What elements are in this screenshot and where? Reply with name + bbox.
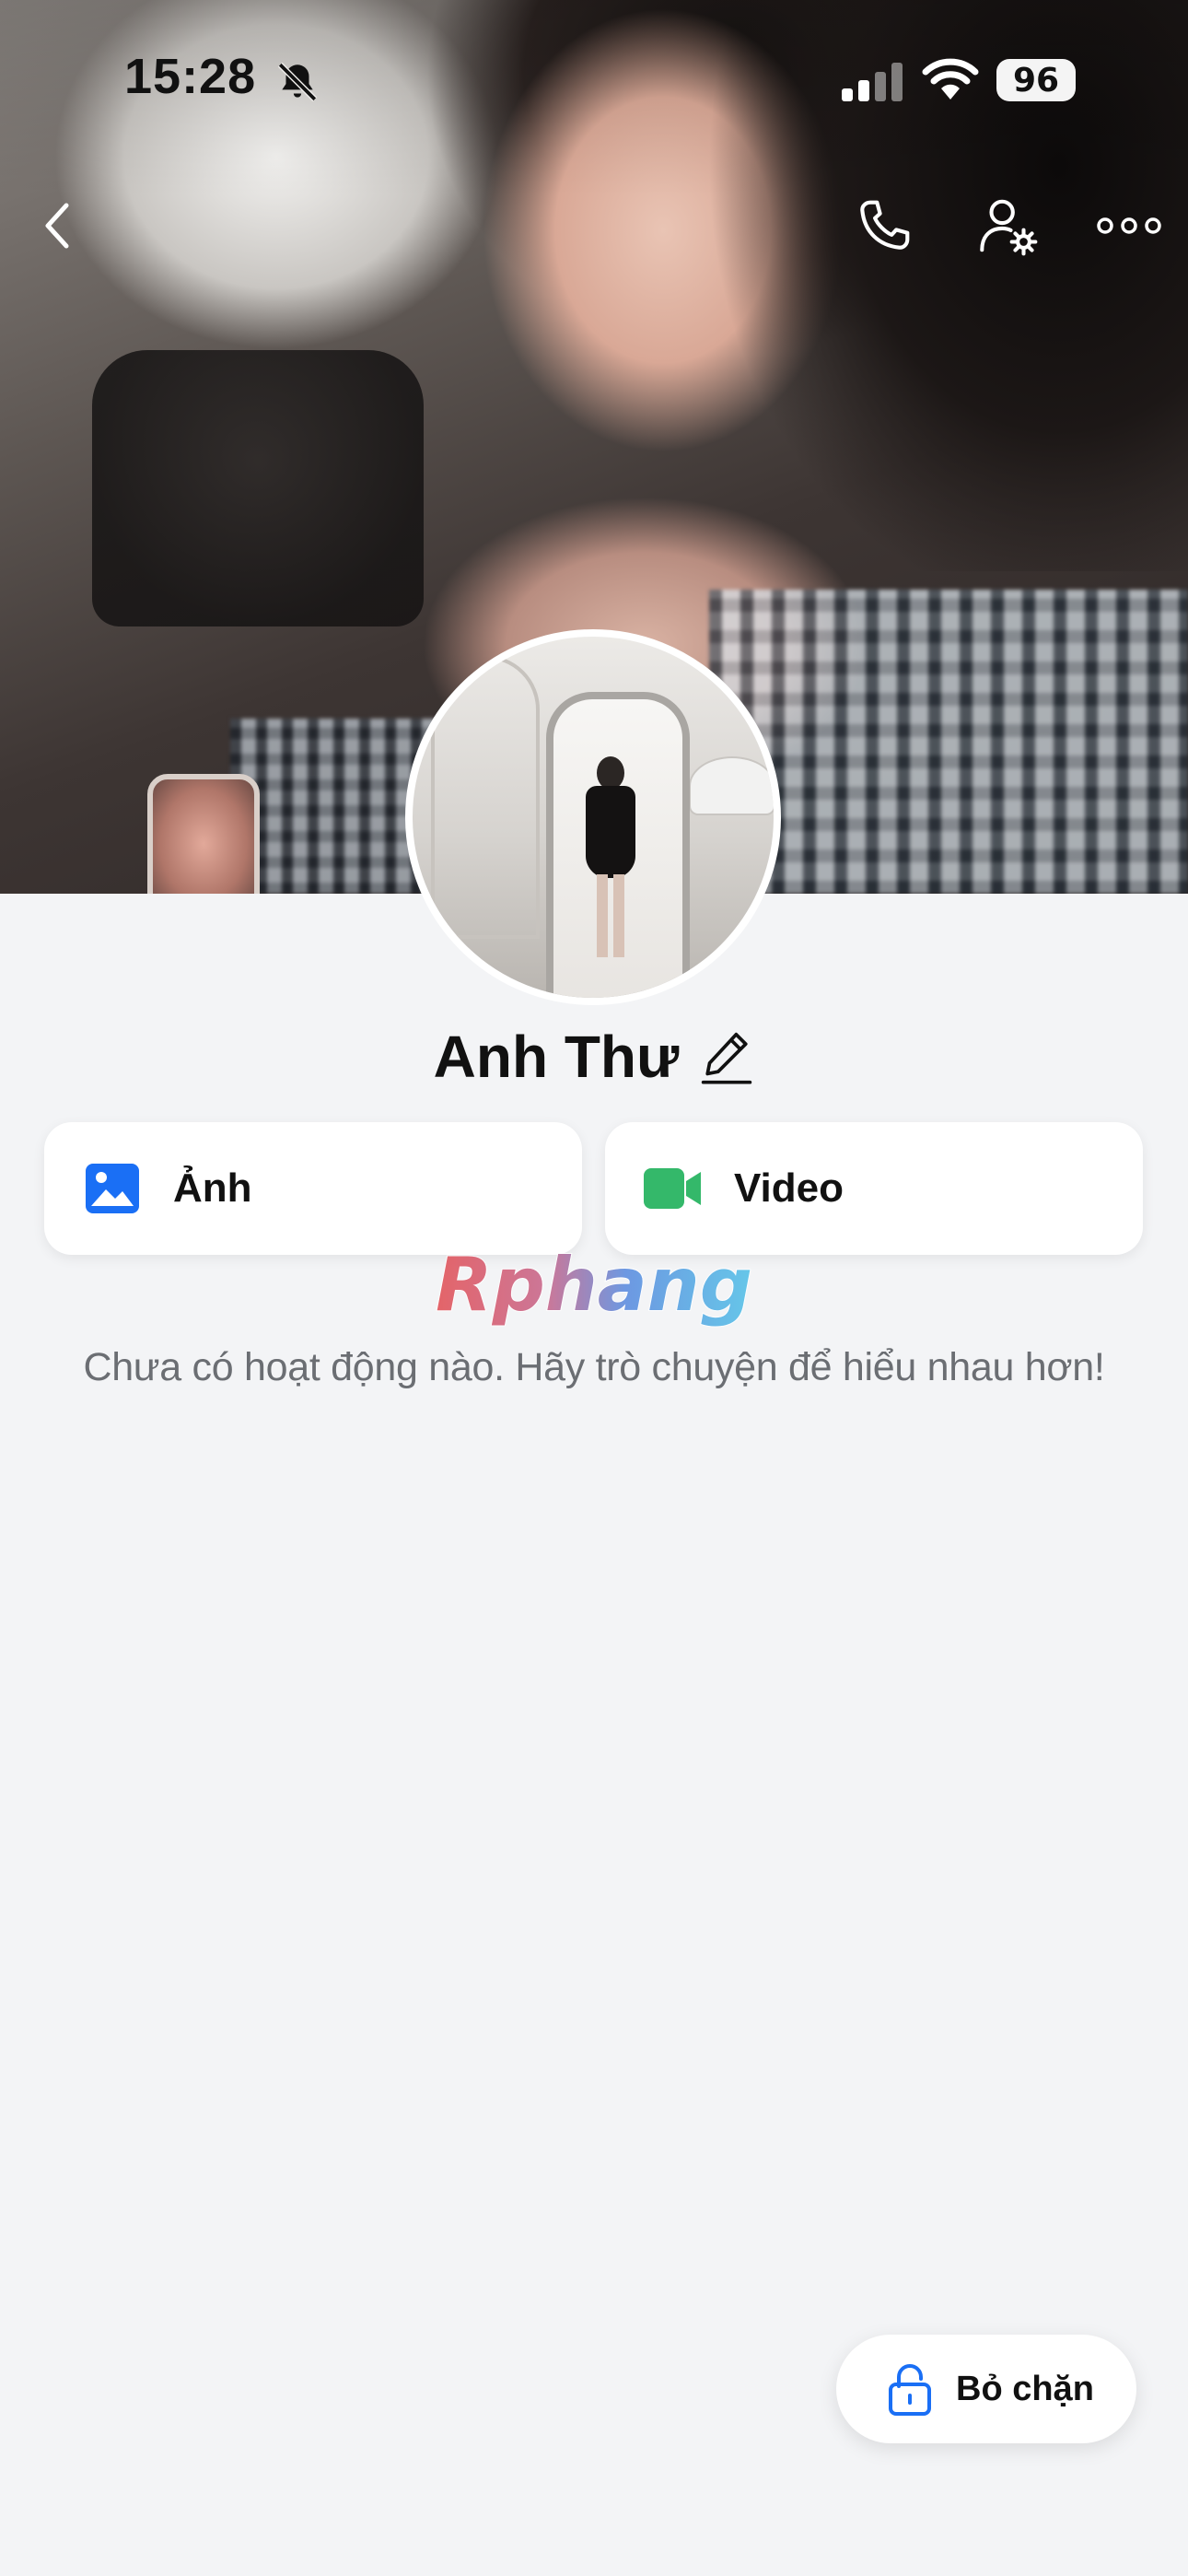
avatar-figure-legs <box>597 874 624 957</box>
watermark-text: Rphang <box>436 1244 752 1328</box>
status-bar: 15:28 96 <box>0 0 1188 157</box>
avatar-figure-body <box>586 786 635 878</box>
chevron-left-icon <box>45 203 69 249</box>
bell-off-icon <box>277 62 318 102</box>
avatar[interactable] <box>405 629 781 1005</box>
image-icon <box>83 1159 142 1218</box>
avatar-lamp-shape <box>689 756 774 815</box>
battery-indicator: 96 <box>996 59 1076 101</box>
battery-level: 96 <box>1012 61 1060 100</box>
watermark-logo: Rphang <box>435 1244 753 1329</box>
unblock-label: Bỏ chặn <box>956 2369 1094 2408</box>
call-button[interactable] <box>847 189 921 263</box>
video-label: Video <box>734 1165 844 1211</box>
back-button[interactable] <box>20 189 94 263</box>
profile-name: Anh Thư <box>433 1024 680 1090</box>
wifi-icon <box>922 58 979 100</box>
edit-name-button[interactable] <box>699 1028 754 1085</box>
status-time: 15:28 <box>124 49 257 104</box>
unlock-icon <box>884 2360 936 2418</box>
unblock-button[interactable]: Bỏ chặn <box>836 2335 1136 2443</box>
profile-settings-button[interactable] <box>971 189 1044 263</box>
more-button[interactable] <box>1092 189 1166 263</box>
pencil-icon <box>702 1032 752 1084</box>
avatar-figure-head <box>597 756 624 790</box>
empty-activity-message: Chưa có hoạt động nào. Hãy trò chuyện để… <box>83 1345 1105 1389</box>
profile-name-row: Anh Thư <box>0 1023 1188 1091</box>
video-camera-icon <box>644 1159 703 1218</box>
signal-icon <box>842 63 903 101</box>
profile-screen: 15:28 96 Anh Thư Ảnh Video Rphang Chưa c… <box>0 0 1188 2576</box>
video-button[interactable]: Video <box>605 1122 1143 1255</box>
phone-icon <box>860 200 910 250</box>
ellipsis-icon <box>1097 217 1161 234</box>
avatar-arch-shape <box>431 655 540 939</box>
photos-button[interactable]: Ảnh <box>44 1122 582 1255</box>
photos-label: Ảnh <box>173 1165 252 1211</box>
user-gear-icon <box>980 199 1038 256</box>
